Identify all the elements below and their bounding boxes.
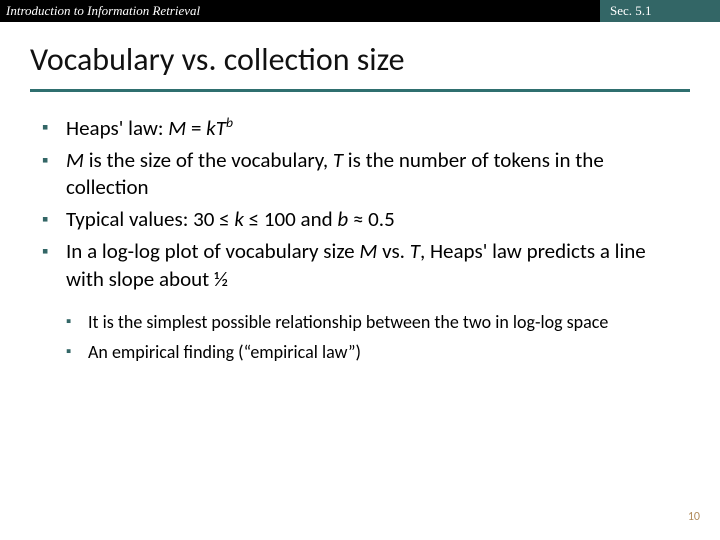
text: Heaps' law: <box>66 115 168 141</box>
var-b: b <box>337 206 348 232</box>
var-k: k <box>206 115 216 141</box>
var-t: T <box>216 115 226 141</box>
text: vs. <box>377 238 409 264</box>
var-k: k <box>234 206 244 232</box>
bullet-list: Heaps' law: M = kTb M is the size of the… <box>42 114 678 293</box>
content-area: Heaps' law: M = kTb M is the size of the… <box>0 92 720 365</box>
slide: Introduction to Information Retrieval Se… <box>0 0 720 540</box>
text: = <box>186 115 206 141</box>
sub-bullet-item: It is the simplest possible relationship… <box>66 311 678 335</box>
text: In a log-log plot of vocabulary size <box>66 238 359 264</box>
var-m: M <box>168 115 186 141</box>
var-t: T <box>410 238 420 264</box>
text: Typical values: 30 ≤ <box>66 206 234 232</box>
var-b-sup: b <box>226 114 233 131</box>
text: is the size of the vocabulary, <box>84 147 333 173</box>
bullet-item: Heaps' law: M = kTb <box>42 114 678 143</box>
page-number: 10 <box>688 510 700 524</box>
var-m: M <box>359 238 377 264</box>
var-m: M <box>66 147 84 173</box>
sub-bullet-item: An empirical finding (“empirical law”) <box>66 341 678 365</box>
bullet-item: M is the size of the vocabulary, T is th… <box>42 147 678 202</box>
top-bar: Introduction to Information Retrieval Se… <box>0 0 720 22</box>
sub-bullet-list: It is the simplest possible relationship… <box>42 311 678 365</box>
bullet-item: Typical values: 30 ≤ k ≤ 100 and b ≈ 0.5 <box>42 206 678 234</box>
title-area: Vocabulary vs. collection size <box>0 22 720 85</box>
text: ≤ 100 and <box>244 206 338 232</box>
var-t: T <box>333 147 343 173</box>
slide-title: Vocabulary vs. collection size <box>30 40 690 79</box>
course-title: Introduction to Information Retrieval <box>0 0 600 22</box>
bullet-item: In a log-log plot of vocabulary size M v… <box>42 238 678 293</box>
text: ≈ 0.5 <box>348 206 395 232</box>
section-label: Sec. 5.1 <box>600 0 720 22</box>
